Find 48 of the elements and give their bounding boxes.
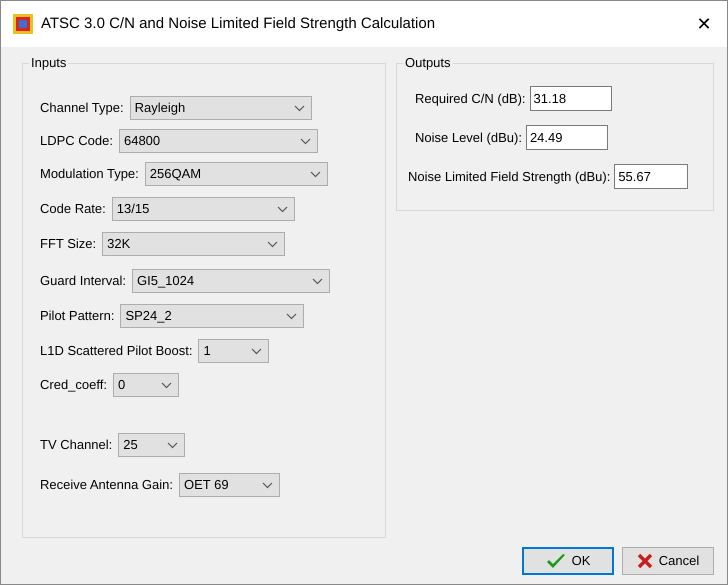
chevron-down-icon [251,348,262,354]
chevron-down-icon [267,240,278,248]
ok-button[interactable]: OK [522,547,614,575]
field-label: FFT Size: [40,235,96,254]
window-title: ATSC 3.0 C/N and Noise Limited Field Strength Calculation [41,14,436,34]
field-label: Channel Type: [40,99,124,118]
dropdown[interactable]: 25 [118,433,186,457]
dropdown[interactable]: 13/15 [112,197,295,221]
close-button[interactable]: ✕ [681,1,727,47]
cancel-button[interactable]: Cancel [622,547,714,575]
field-label: Noise Limited Field Strength (dBu): [408,168,610,186]
output-field[interactable]: 24.49 [526,125,608,150]
dropdown[interactable]: 256QAM [144,162,328,186]
dropdown[interactable]: GI5_1024 [132,269,330,293]
chevron-down-icon [160,382,172,388]
field-label: Guard Interval: [40,272,126,290]
chevron-down-icon [300,138,311,144]
field-label: LDPC Code: [40,132,113,150]
chevron-down-icon [286,312,298,320]
dropdown[interactable]: 64800 [118,129,318,153]
chevron-down-icon [294,104,305,112]
dropdown[interactable]: 32K [102,232,286,256]
chevron-down-icon [310,170,321,178]
chevron-down-icon [276,206,288,212]
output-field[interactable]: 55.67 [614,164,688,189]
app-logo-icon [13,14,33,34]
field-label: Noise Level (dBu): [415,128,522,147]
field-label: TV Channel: [40,436,112,454]
field-label: Pilot Pattern: [40,307,114,326]
dropdown[interactable]: OET 69 [178,473,280,497]
dropdown[interactable]: SP24_2 [120,304,304,328]
x-icon [636,553,653,569]
group-title: Inputs [29,55,68,71]
dropdown[interactable]: 0 [112,373,179,397]
field-label: Code Rate: [40,200,106,218]
field-label: Modulation Type: [40,165,139,184]
group-title: Outputs [403,55,453,71]
chevron-down-icon [167,442,178,448]
field-label: Cred_coeff: [40,376,107,394]
dropdown[interactable]: Rayleigh [130,96,312,120]
chevron-down-icon [312,278,323,284]
field-label: Required C/N (dB): [415,90,526,108]
field-label: Receive Antenna Gain: [40,476,173,494]
field-label: L1D Scattered Pilot Boost: [40,342,192,360]
dropdown[interactable]: 1 [198,339,270,363]
chevron-down-icon [262,482,273,488]
checkmark-icon [546,553,566,569]
output-field[interactable]: 31.18 [530,86,612,111]
